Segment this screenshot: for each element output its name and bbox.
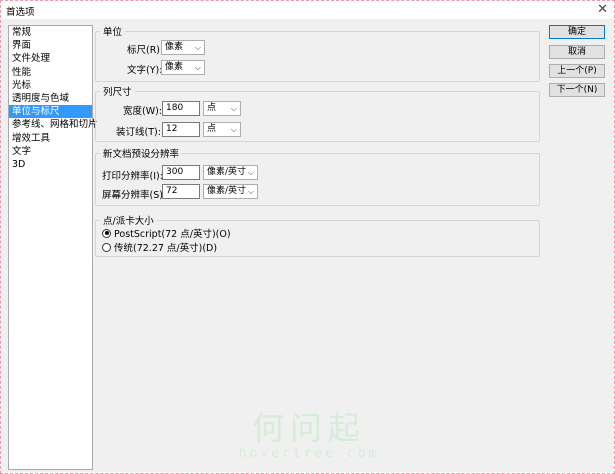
postscript-radio-label: PostScript(72 点/英寸)(O) bbox=[114, 229, 231, 240]
width-input[interactable]: 180 bbox=[162, 101, 200, 116]
chevron-down-icon: ⌵ bbox=[194, 63, 201, 72]
sidebar-item-interface[interactable]: 界面 bbox=[9, 39, 92, 52]
radio-selected-icon[interactable] bbox=[102, 228, 111, 238]
width-unit-value: 点 bbox=[207, 103, 217, 113]
chevron-down-icon: ⌵ bbox=[194, 43, 201, 52]
resolution-legend: 新文档预设分辨率 bbox=[103, 149, 180, 160]
screen-resolution-unit-select[interactable]: 像素/英寸 ⌵ bbox=[203, 184, 258, 199]
screen-resolution-label: 屏幕分辨率(S): bbox=[102, 190, 167, 201]
sidebar-item-units-rulers[interactable]: 单位与标尺 bbox=[9, 105, 92, 119]
type-unit-select[interactable]: 像素 ⌵ bbox=[161, 60, 205, 75]
print-resolution-input[interactable]: 300 bbox=[162, 165, 200, 180]
postscript-radio[interactable]: PostScript(72 点/英寸)(O) bbox=[102, 226, 231, 240]
next-button[interactable]: 下一个(N) bbox=[549, 83, 605, 97]
window-title: 首选项 bbox=[6, 7, 35, 18]
screen-resolution-input[interactable]: 72 bbox=[162, 184, 200, 199]
cancel-button[interactable]: 取消 bbox=[549, 45, 605, 59]
title-bar: 首选项 ✕ bbox=[1, 1, 614, 19]
point-size-legend: 点/派卡大小 bbox=[103, 216, 154, 227]
chevron-down-icon: ⌵ bbox=[230, 104, 237, 113]
sidebar-item-performance[interactable]: 性能 bbox=[9, 66, 92, 79]
print-resolution-unit-value: 像素/英寸 bbox=[207, 167, 247, 177]
screen-resolution-unit-value: 像素/英寸 bbox=[207, 186, 247, 196]
sidebar-item-guides-grid[interactable]: 参考线、网格和切片 bbox=[9, 118, 98, 131]
type-unit-value: 像素 bbox=[165, 62, 184, 72]
ruler-unit-select[interactable]: 像素 ⌵ bbox=[161, 40, 205, 55]
sidebar-item-general[interactable]: 常规 bbox=[9, 26, 92, 39]
gutter-input[interactable]: 12 bbox=[162, 122, 200, 137]
width-unit-select[interactable]: 点 ⌵ bbox=[203, 101, 241, 116]
width-label: 宽度(W): bbox=[123, 106, 163, 117]
chevron-down-icon: ⌵ bbox=[247, 187, 254, 196]
sidebar-item-file-handling[interactable]: 文件处理 bbox=[9, 52, 92, 65]
gutter-unit-value: 点 bbox=[207, 124, 217, 134]
traditional-radio[interactable]: 传统(72.27 点/英寸)(D) bbox=[102, 240, 217, 254]
ok-button[interactable]: 确定 bbox=[549, 25, 605, 39]
type-unit-label: 文字(Y): bbox=[127, 65, 163, 76]
radio-unselected-icon[interactable] bbox=[102, 242, 111, 252]
sidebar-item-transparency[interactable]: 透明度与色域 bbox=[9, 92, 92, 105]
close-icon[interactable]: ✕ bbox=[597, 2, 608, 17]
watermark: 何问起 hovertree.com bbox=[237, 410, 381, 461]
chevron-down-icon: ⌵ bbox=[230, 125, 237, 134]
category-list[interactable]: 常规 界面 文件处理 性能 光标 透明度与色域 单位与标尺 参考线、网格和切片 … bbox=[8, 25, 98, 470]
previous-button[interactable]: 上一个(P) bbox=[549, 64, 605, 78]
print-resolution-unit-select[interactable]: 像素/英寸 ⌵ bbox=[203, 165, 258, 180]
sidebar-item-plugins[interactable]: 增效工具 bbox=[9, 132, 92, 145]
column-size-legend: 列尺寸 bbox=[103, 87, 132, 98]
ruler-unit-value: 像素 bbox=[165, 42, 184, 52]
sidebar-item-3d[interactable]: 3D bbox=[9, 158, 92, 171]
sidebar-item-cursors[interactable]: 光标 bbox=[9, 79, 92, 92]
chevron-down-icon: ⌵ bbox=[247, 168, 254, 177]
units-legend: 单位 bbox=[103, 27, 123, 38]
traditional-radio-label: 传统(72.27 点/英寸)(D) bbox=[114, 243, 218, 254]
gutter-label: 装订线(T): bbox=[116, 127, 161, 138]
watermark-url: hovertree.com bbox=[238, 446, 380, 461]
ruler-label: 标尺(R): bbox=[127, 45, 164, 56]
gutter-unit-select[interactable]: 点 ⌵ bbox=[203, 122, 241, 137]
sidebar-item-type[interactable]: 文字 bbox=[9, 145, 92, 158]
watermark-text: 何问起 bbox=[251, 409, 366, 447]
print-resolution-label: 打印分辨率(I): bbox=[102, 171, 163, 182]
